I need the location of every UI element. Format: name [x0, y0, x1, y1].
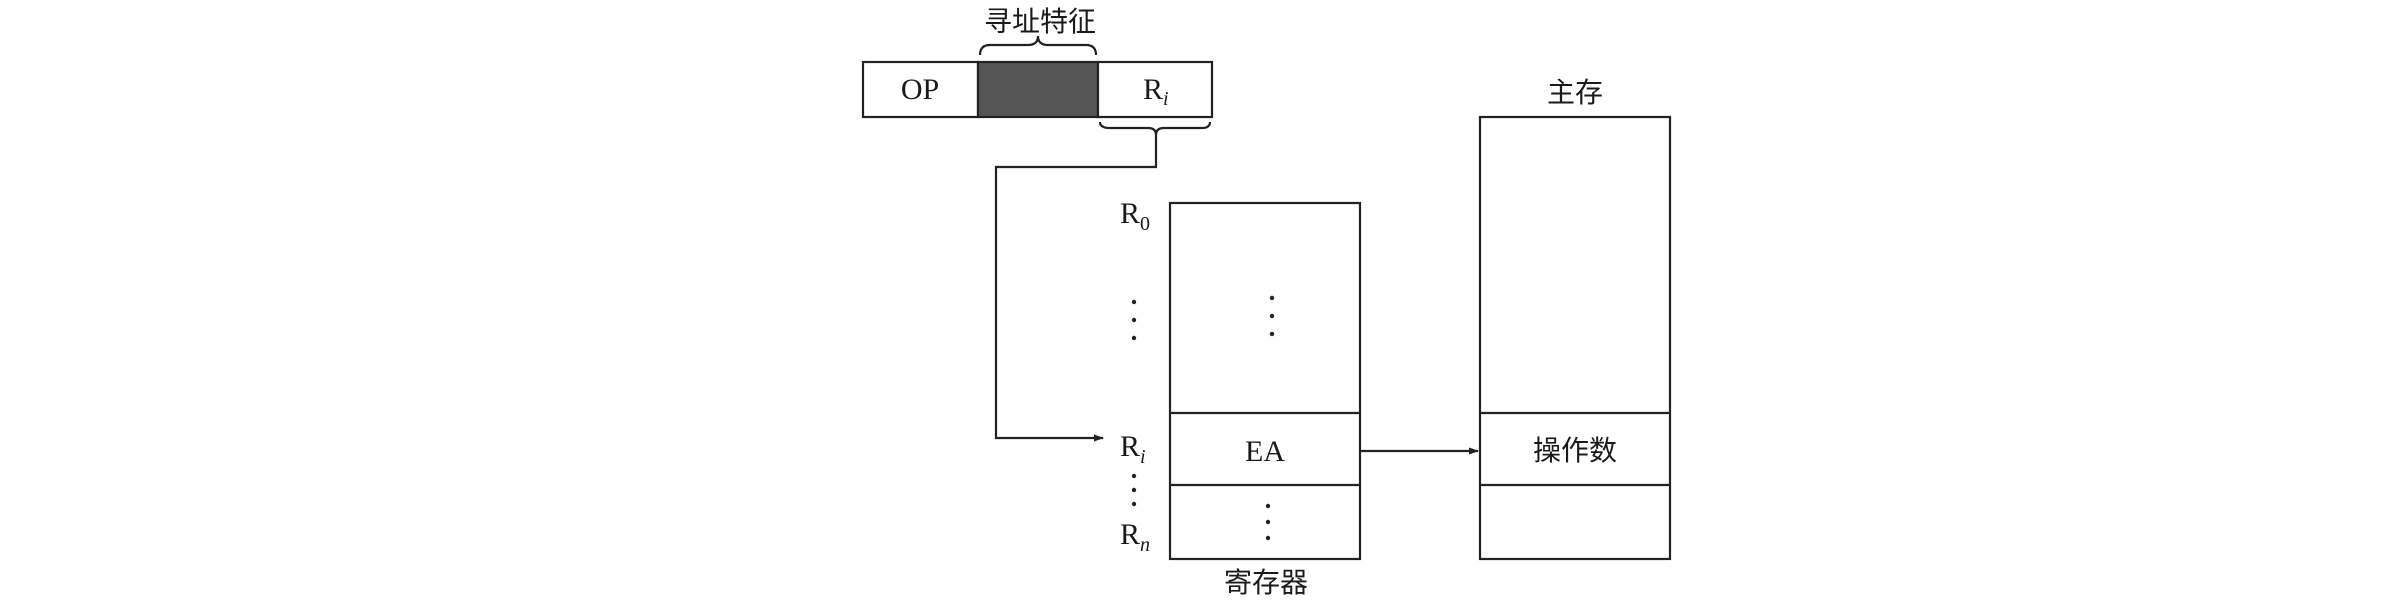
register-file: EA R0 Ri Rn 寄存器	[1120, 197, 1362, 599]
addressing-mode-field	[976, 60, 1100, 119]
register-file-box	[1168, 201, 1362, 561]
register-file-title: 寄存器	[1224, 566, 1308, 599]
op-label: OP	[901, 73, 939, 106]
register-ri-label: Ri	[1120, 430, 1146, 468]
ea-label: EA	[1245, 435, 1285, 468]
main-memory-box	[1478, 115, 1672, 561]
register-r0-label: R0	[1120, 197, 1150, 235]
instruction-format: OP Ri 寻址特征	[861, 5, 1214, 136]
register-lower-ellipsis-dot	[1265, 535, 1271, 541]
register-indirect-addressing-diagram: OP Ri 寻址特征 EA R0 Ri Rn 寄存器 操作数 主存	[861, 5, 1672, 599]
register-field-brace	[1098, 121, 1212, 136]
register-rn-label: Rn	[1120, 518, 1150, 556]
register-left-lower-ellipsis-dot	[1131, 473, 1137, 479]
register-upper-ellipsis-dot	[1269, 331, 1275, 337]
register-lower-ellipsis-dot	[1265, 503, 1271, 509]
operand-label: 操作数	[1533, 434, 1617, 467]
register-lower-ellipsis-dot	[1265, 519, 1271, 525]
register-upper-ellipsis-dot	[1269, 295, 1275, 301]
register-upper-ellipsis-dot	[1269, 313, 1275, 319]
register-left-lower-ellipsis-dot	[1131, 487, 1137, 493]
addressing-mode-brace	[978, 35, 1098, 56]
ri-pointer-arrow	[994, 135, 1158, 442]
register-left-lower-ellipsis-dot	[1131, 501, 1137, 507]
main-memory-title: 主存	[1547, 76, 1603, 109]
main-memory: 操作数 主存	[1478, 76, 1672, 561]
addressing-mode-label: 寻址特征	[984, 5, 1096, 38]
register-left-ellipsis-dot	[1131, 299, 1137, 305]
register-left-ellipsis-dot	[1131, 335, 1137, 341]
register-left-ellipsis-dot	[1131, 317, 1137, 323]
